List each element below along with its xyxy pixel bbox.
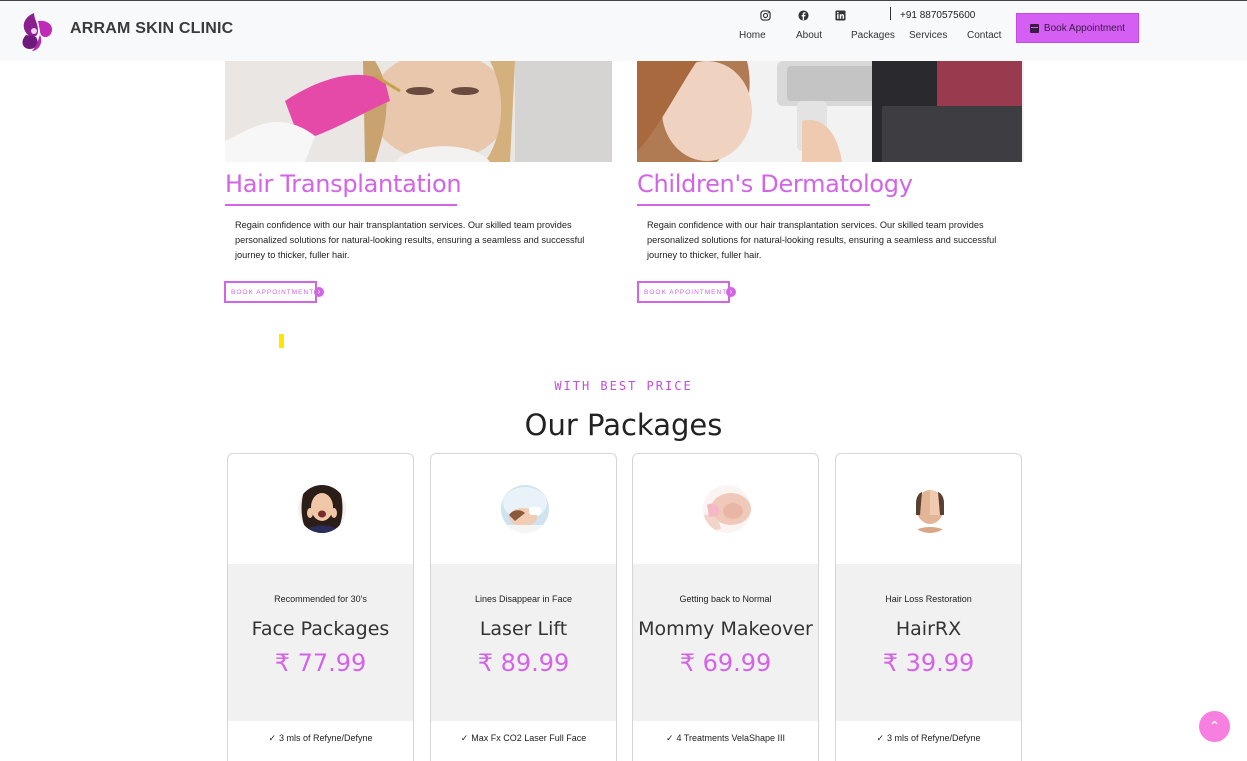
- feature-text: 3 mls of Refyne/Defyne: [887, 733, 981, 743]
- package-band: [228, 564, 413, 721]
- arrow-right-icon[interactable]: ›: [726, 287, 736, 297]
- package-feature: ✓ 4 Treatments VelaShape III: [633, 733, 818, 744]
- highlight-marker: [279, 334, 284, 348]
- book-appointment-label: Book Appointment: [1043, 22, 1126, 34]
- feature-text: Max Fx CO2 Laser Full Face: [471, 733, 587, 743]
- package-subtitle: Recommended for 30's: [274, 594, 367, 604]
- package-band: [836, 564, 1021, 721]
- nav-about[interactable]: About: [796, 30, 822, 41]
- clinic-logo-icon[interactable]: [14, 9, 58, 53]
- package-band: [431, 564, 616, 721]
- nav-packages[interactable]: Packages: [851, 30, 895, 41]
- package-image: [703, 485, 751, 533]
- package-card[interactable]: Hair Loss Restoration HairRX ₹ 39.99 ✓ 3 …: [835, 453, 1022, 761]
- package-price: ₹ 39.99: [882, 649, 975, 677]
- check-icon: ✓: [665, 733, 674, 743]
- check-icon: ✓: [460, 733, 469, 743]
- package-feature: ✓ 3 mls of Refyne/Defyne: [836, 733, 1021, 744]
- package-price: ₹ 89.99: [477, 649, 570, 677]
- package-subtitle: Hair Loss Restoration: [885, 594, 972, 604]
- chevron-up-icon: ⌃: [1208, 718, 1221, 734]
- service-description: Regain confidence with our hair transpla…: [647, 220, 997, 260]
- title-underline: [637, 204, 870, 206]
- arrow-right-icon[interactable]: ›: [314, 287, 324, 297]
- hair-transplantation-image: [225, 61, 612, 162]
- site-header: ARRAM SKIN CLINIC +91 8870575600 Home Ab…: [0, 0, 1247, 61]
- service-description: Regain confidence with our hair transpla…: [235, 220, 585, 260]
- package-price: ₹ 77.99: [274, 649, 367, 677]
- package-card[interactable]: Lines Disappear in Face Laser Lift ₹ 89.…: [430, 453, 617, 761]
- nav-services[interactable]: Services: [909, 30, 947, 41]
- package-price: ₹ 69.99: [679, 649, 772, 677]
- feature-text: 3 mls of Refyne/Defyne: [279, 733, 373, 743]
- instagram-icon[interactable]: [758, 8, 772, 22]
- package-subtitle: Lines Disappear in Face: [474, 594, 573, 604]
- package-card[interactable]: Recommended for 30's Face Packages ₹ 77.…: [227, 453, 414, 761]
- package-feature: ✓ 3 mls of Refyne/Defyne: [228, 733, 413, 744]
- childrens-dermatology-image: [637, 61, 1024, 162]
- feature-text: 4 Treatments VelaShape III: [676, 733, 786, 743]
- package-name: Mommy Makeover: [638, 618, 813, 640]
- calendar-icon: [1029, 23, 1039, 33]
- service-title: Children's Dermatology: [637, 170, 913, 198]
- check-icon: ✓: [268, 733, 276, 743]
- book-appointment-button[interactable]: Book Appointment: [1016, 13, 1139, 43]
- nav-home[interactable]: Home: [739, 30, 766, 41]
- package-image: [298, 485, 346, 533]
- service-title: Hair Transplantation: [225, 170, 462, 198]
- linkedin-icon[interactable]: [833, 8, 847, 22]
- brand-name[interactable]: ARRAM SKIN CLINIC: [70, 20, 233, 38]
- package-name: Face Packages: [251, 618, 390, 640]
- package-image: [906, 485, 954, 533]
- package-name: HairRX: [895, 618, 962, 640]
- phone-divider: [890, 7, 891, 20]
- facebook-icon[interactable]: [796, 8, 810, 22]
- title-underline: [225, 204, 457, 206]
- package-card[interactable]: Getting back to Normal Mommy Makeover ₹ …: [632, 453, 819, 761]
- check-icon: ✓: [876, 733, 884, 743]
- nav-contact[interactable]: Contact: [967, 30, 1001, 41]
- package-image: [501, 485, 549, 533]
- package-feature: ✓ Max Fx CO2 Laser Full Face: [431, 733, 616, 744]
- phone-number[interactable]: +91 8870575600: [900, 10, 975, 21]
- section-eyebrow: WITH BEST PRICE: [554, 379, 693, 393]
- section-title: Our Packages: [524, 408, 723, 442]
- scroll-to-top-button[interactable]: ⌃: [1199, 711, 1230, 742]
- book-appointment-link[interactable]: BOOK APPOINTMENT: [637, 281, 730, 303]
- package-name: Laser Lift: [479, 618, 568, 640]
- package-band: [633, 564, 818, 721]
- book-appointment-link[interactable]: BOOK APPOINTMENT: [224, 281, 317, 303]
- package-subtitle: Getting back to Normal: [679, 594, 772, 604]
